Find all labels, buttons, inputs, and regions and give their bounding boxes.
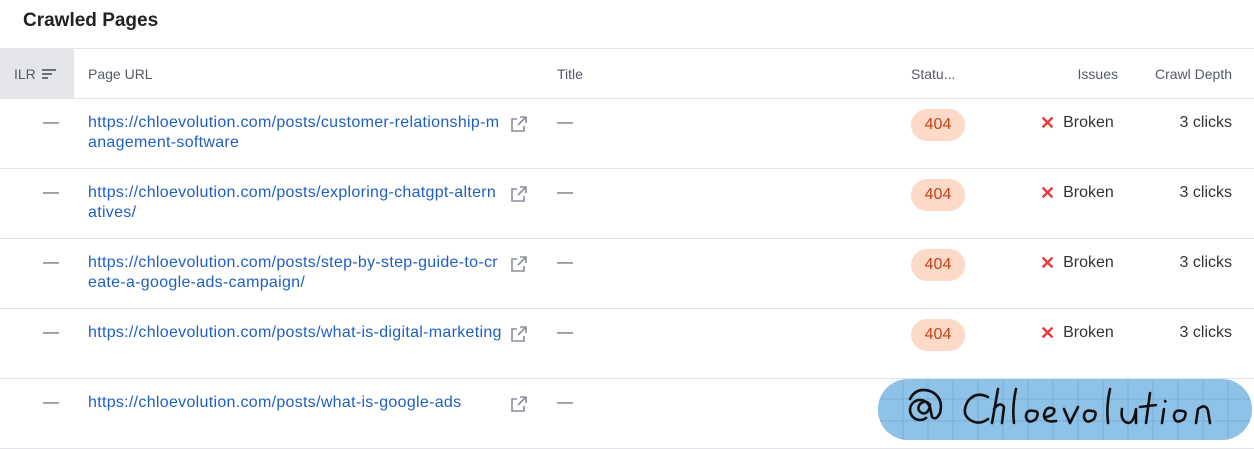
ilr-column-header[interactable]: ILR [0, 49, 74, 98]
table-row: — https://chloevolution.com/posts/what-i… [0, 309, 1254, 379]
crawl-depth-value: 3 clicks [1179, 324, 1232, 341]
issue-label: Broken [1063, 114, 1114, 131]
crawl-depth-value: 3 clicks [1179, 184, 1232, 201]
page-url-link[interactable]: https://chloevolution.com/posts/customer… [88, 113, 502, 153]
page-url-link[interactable]: https://chloevolution.com/posts/explorin… [88, 183, 502, 223]
table-row: — https://chloevolution.com/posts/step-b… [0, 239, 1254, 309]
title-value: — [557, 254, 573, 271]
page-url-link[interactable]: https://chloevolution.com/posts/what-is-… [88, 323, 502, 343]
page-url-column-header[interactable]: Page URL [88, 49, 153, 98]
title-value: — [557, 184, 573, 201]
table-row: — https://chloevolution.com/posts/custom… [0, 99, 1254, 169]
watermark-logo [878, 379, 1252, 440]
external-link-icon[interactable] [510, 115, 528, 133]
crawl-depth-value: 3 clicks [1179, 254, 1232, 271]
external-link-icon[interactable] [510, 255, 528, 273]
external-link-icon[interactable] [510, 325, 528, 343]
ilr-value: — [43, 114, 59, 131]
page-url-link[interactable]: https://chloevolution.com/posts/what-is-… [88, 393, 502, 413]
issue-cell: ✕ Broken [1040, 324, 1114, 342]
issue-cell: ✕ Broken [1040, 114, 1114, 132]
status-column-header[interactable]: Statu... [911, 49, 955, 98]
error-x-icon: ✕ [1040, 183, 1056, 203]
crawl-depth-column-header[interactable]: Crawl Depth [1130, 49, 1232, 98]
issues-column-header[interactable]: Issues [1010, 49, 1118, 98]
ilr-value: — [43, 394, 59, 411]
table-row: — https://chloevolution.com/posts/explor… [0, 169, 1254, 239]
external-link-icon[interactable] [510, 395, 528, 413]
title-column-header[interactable]: Title [557, 49, 583, 98]
issue-label: Broken [1063, 184, 1114, 201]
sort-icon[interactable] [41, 68, 56, 80]
page-title: Crawled Pages [23, 10, 159, 31]
issue-cell: ✕ Broken [1040, 254, 1114, 272]
ilr-value: — [43, 184, 59, 201]
error-x-icon: ✕ [1040, 323, 1056, 343]
status-badge: 404 [911, 319, 965, 351]
page-url-link[interactable]: https://chloevolution.com/posts/step-by-… [88, 253, 502, 293]
title-value: — [557, 324, 573, 341]
title-value: — [557, 394, 573, 411]
error-x-icon: ✕ [1040, 253, 1056, 273]
status-badge: 404 [911, 249, 965, 281]
status-badge: 404 [911, 179, 965, 211]
ilr-header-label: ILR [14, 65, 36, 82]
issue-cell: ✕ Broken [1040, 184, 1114, 202]
ilr-value: — [43, 254, 59, 271]
error-x-icon: ✕ [1040, 113, 1056, 133]
external-link-icon[interactable] [510, 185, 528, 203]
watermark-handwriting [878, 379, 1252, 440]
table-header: ILR Page URL Title Statu... Issues Crawl… [0, 48, 1254, 99]
status-badge: 404 [911, 109, 965, 141]
ilr-value: — [43, 324, 59, 341]
issue-label: Broken [1063, 324, 1114, 341]
crawl-depth-value: 3 clicks [1179, 114, 1232, 131]
issue-label: Broken [1063, 254, 1114, 271]
title-value: — [557, 114, 573, 131]
